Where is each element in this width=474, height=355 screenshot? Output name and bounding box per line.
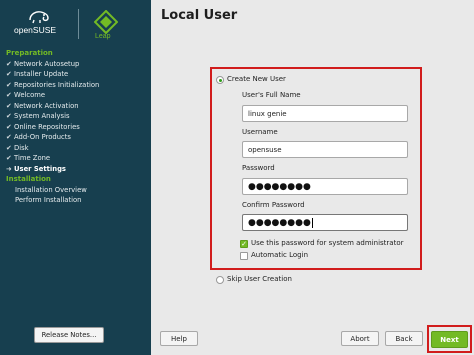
leap-logo-text: Leap bbox=[95, 33, 111, 40]
password-label: Password bbox=[242, 164, 275, 172]
page-title: Local User bbox=[161, 8, 238, 23]
step-online-repositories: ✔ Online Repositories bbox=[6, 122, 80, 131]
help-button[interactable]: Help bbox=[160, 331, 198, 346]
confirm-password-label: Confirm Password bbox=[242, 201, 305, 209]
step-perform-installation: Perform Installation bbox=[15, 196, 82, 204]
password-field[interactable]: ●●●●●●●● bbox=[242, 178, 408, 195]
installation-steps: Preparation ✔ Network Autosetup ✔ Installe… bbox=[6, 48, 148, 206]
release-notes-button[interactable]: Release Notes... bbox=[34, 327, 104, 343]
step-system-analysis: ✔ System Analysis bbox=[6, 112, 70, 120]
arrow-right-icon: ➜ bbox=[6, 164, 12, 173]
check-icon: ✔ bbox=[6, 101, 12, 110]
step-network-autosetup: ✔ Network Autosetup bbox=[6, 59, 80, 68]
create-new-user-radio[interactable] bbox=[216, 76, 224, 84]
opensuse-chameleon-icon bbox=[29, 11, 49, 24]
create-new-user-label[interactable]: Create New User bbox=[227, 75, 286, 83]
check-icon: ✔ bbox=[6, 133, 12, 141]
logo-area: openSUSE Leap bbox=[0, 0, 151, 44]
check-icon: ✔ bbox=[6, 122, 12, 131]
logo-divider bbox=[78, 9, 79, 39]
step-network-activation: ✔ Network Activation bbox=[6, 101, 79, 110]
username-label: Username bbox=[242, 128, 278, 136]
use-for-admin-label[interactable]: Use this password for system administrat… bbox=[251, 239, 403, 247]
abort-button[interactable]: Abort bbox=[341, 331, 379, 346]
use-for-admin-checkbox[interactable]: ✓ bbox=[240, 240, 248, 248]
check-icon: ✔ bbox=[6, 70, 12, 78]
automatic-login-label[interactable]: Automatic Login bbox=[251, 251, 308, 259]
step-welcome: ✔ Welcome bbox=[6, 91, 46, 99]
step-repositories-initialization: ✔ Repositories Initialization bbox=[6, 80, 100, 89]
check-icon: ✔ bbox=[6, 91, 12, 99]
text-cursor bbox=[311, 217, 313, 228]
step-disk: ✔ Disk bbox=[6, 143, 29, 152]
check-icon: ✔ bbox=[6, 112, 12, 120]
step-installation-overview: Installation Overview bbox=[15, 185, 87, 194]
skip-user-creation-label[interactable]: Skip User Creation bbox=[227, 275, 292, 283]
confirm-password-field[interactable]: ●●●●●●●● bbox=[242, 214, 408, 231]
step-user-settings: ➜ User Settings bbox=[6, 164, 66, 173]
section-preparation: Preparation bbox=[6, 49, 53, 57]
step-add-on-products: ✔ Add-On Products bbox=[6, 133, 71, 141]
next-button[interactable]: Next bbox=[431, 331, 468, 348]
full-name-field[interactable]: linux genie bbox=[242, 105, 408, 122]
installer-sidebar: openSUSE Leap Preparation ✔ Network Autos… bbox=[0, 0, 151, 355]
step-time-zone: ✔ Time Zone bbox=[6, 154, 51, 162]
opensuse-logo-text: openSUSE bbox=[14, 25, 57, 35]
section-installation: Installation bbox=[6, 175, 51, 183]
leap-logo-icon bbox=[94, 10, 118, 34]
automatic-login-checkbox[interactable] bbox=[240, 252, 248, 260]
main-content: Local User Create New User User's Full N… bbox=[151, 0, 474, 355]
full-name-label: User's Full Name bbox=[242, 91, 301, 99]
check-icon: ✔ bbox=[6, 154, 12, 162]
username-field[interactable]: opensuse bbox=[242, 141, 408, 158]
back-button[interactable]: Back bbox=[385, 331, 423, 346]
check-icon: ✔ bbox=[6, 80, 12, 89]
skip-user-creation-radio[interactable] bbox=[216, 276, 224, 284]
check-icon: ✔ bbox=[6, 143, 12, 152]
step-installer-update: ✔ Installer Update bbox=[6, 70, 69, 78]
checkmark-icon: ✓ bbox=[241, 240, 247, 248]
check-icon: ✔ bbox=[6, 59, 12, 68]
